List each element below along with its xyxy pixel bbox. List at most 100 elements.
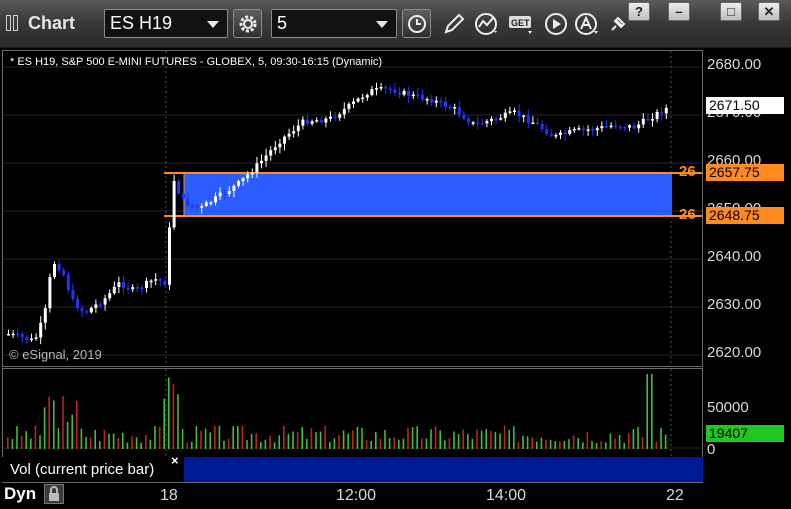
volume-bar <box>494 431 497 449</box>
settings-gear-icon[interactable] <box>233 9 262 38</box>
volume-bar <box>269 435 271 449</box>
volume-bar <box>135 437 138 449</box>
volume-bar <box>186 442 188 449</box>
price-zone <box>184 173 672 216</box>
play-icon[interactable] <box>542 9 571 38</box>
candle-body <box>425 99 429 101</box>
candle-body <box>62 270 66 275</box>
candle-body <box>641 118 645 125</box>
clock-icon[interactable] <box>402 9 431 38</box>
candle-body <box>499 118 503 120</box>
volume-bar <box>39 435 41 449</box>
alert-icon[interactable] <box>572 9 601 38</box>
close-icon[interactable]: × <box>171 453 179 468</box>
window-title: Chart <box>28 13 76 33</box>
candle-body <box>154 279 158 281</box>
volume-bar <box>122 432 124 449</box>
candle-body <box>71 290 75 299</box>
candle-body <box>278 143 282 148</box>
minimize-button[interactable]: – <box>668 2 690 21</box>
volume-bar <box>591 441 593 449</box>
volume-bar <box>273 442 276 449</box>
candle-body <box>246 174 250 179</box>
volume-bar <box>549 439 552 449</box>
candle-body <box>66 274 70 291</box>
candle-body <box>407 90 411 97</box>
volume-bar <box>628 433 630 449</box>
volume-study-label[interactable]: Vol (current price bar) <box>2 457 184 482</box>
lock-icon[interactable] <box>44 484 64 504</box>
candle-body <box>526 115 530 123</box>
volume-bar <box>444 440 446 449</box>
help-button[interactable]: ? <box>628 2 650 21</box>
candle-body <box>379 87 383 89</box>
volume-bar <box>319 431 322 449</box>
volume-bar <box>439 430 441 449</box>
candle-body <box>485 121 489 124</box>
interval-combo[interactable]: 5 <box>271 9 397 38</box>
candle-body <box>628 125 631 128</box>
volume-bar <box>43 407 46 449</box>
volume-bar <box>434 426 437 449</box>
pencil-draw-icon[interactable] <box>440 9 469 38</box>
volume-bar <box>655 441 658 449</box>
volume-bar <box>301 427 303 449</box>
pane-layout-icon[interactable] <box>6 15 22 31</box>
indicator-icon[interactable] <box>472 9 501 38</box>
candle-body <box>329 116 332 119</box>
candle-body <box>89 307 93 313</box>
dynamic-mode-label[interactable]: Dyn <box>4 484 36 504</box>
price-chart[interactable]: * ES H19, S&P 500 E-MINI FUTURES - GLOBE… <box>2 50 703 367</box>
candle-body <box>342 108 346 115</box>
volume-bar <box>664 434 667 449</box>
volume-bar <box>200 430 202 449</box>
candle-body <box>384 87 388 89</box>
volume-bar <box>310 428 313 449</box>
volume-bar <box>342 430 345 449</box>
volume-bar <box>112 433 115 449</box>
candle-body <box>614 125 618 128</box>
price-chart-canvas <box>3 51 702 366</box>
volume-current-badge: 19407 <box>706 425 784 442</box>
symbol-combo[interactable]: ES H19 <box>104 9 228 38</box>
candle-body <box>655 111 659 119</box>
candle-body <box>632 125 636 129</box>
candle-body <box>319 120 323 123</box>
volume-bar <box>559 441 561 449</box>
volume-bar <box>508 430 510 449</box>
volume-bar <box>338 435 340 449</box>
zone-upper-prefix: 26 <box>679 163 696 180</box>
candle-body <box>545 129 549 135</box>
volume-bar <box>53 400 55 449</box>
candle-body <box>310 121 314 124</box>
candle-body <box>204 202 208 206</box>
candle-body <box>214 196 217 203</box>
volume-bar <box>11 439 14 449</box>
candle-body <box>287 133 291 137</box>
candle-body <box>352 101 355 104</box>
volume-bar <box>568 439 570 449</box>
volume-bar <box>600 441 602 449</box>
candle-body <box>315 120 319 122</box>
candle-body <box>94 304 98 308</box>
volume-bar <box>16 426 18 449</box>
close-button[interactable]: ✕ <box>758 2 780 21</box>
candle-body <box>333 116 337 119</box>
candle-body <box>135 287 139 289</box>
get-icon[interactable]: GET <box>506 9 535 38</box>
volume-bar <box>545 439 547 449</box>
candle-body <box>131 287 135 290</box>
candle-body <box>508 111 512 113</box>
volume-bar <box>632 429 635 449</box>
volume-bar <box>76 400 78 449</box>
volume-bar <box>126 442 129 449</box>
maximize-button[interactable]: □ <box>720 2 742 21</box>
candle-body <box>609 125 613 128</box>
candle-body <box>467 118 470 123</box>
candle-body <box>494 118 498 121</box>
volume-bar <box>283 425 285 449</box>
volume-bar <box>131 436 133 449</box>
candle-body <box>218 192 222 197</box>
volume-bar <box>94 429 96 449</box>
candle-body <box>563 132 567 135</box>
